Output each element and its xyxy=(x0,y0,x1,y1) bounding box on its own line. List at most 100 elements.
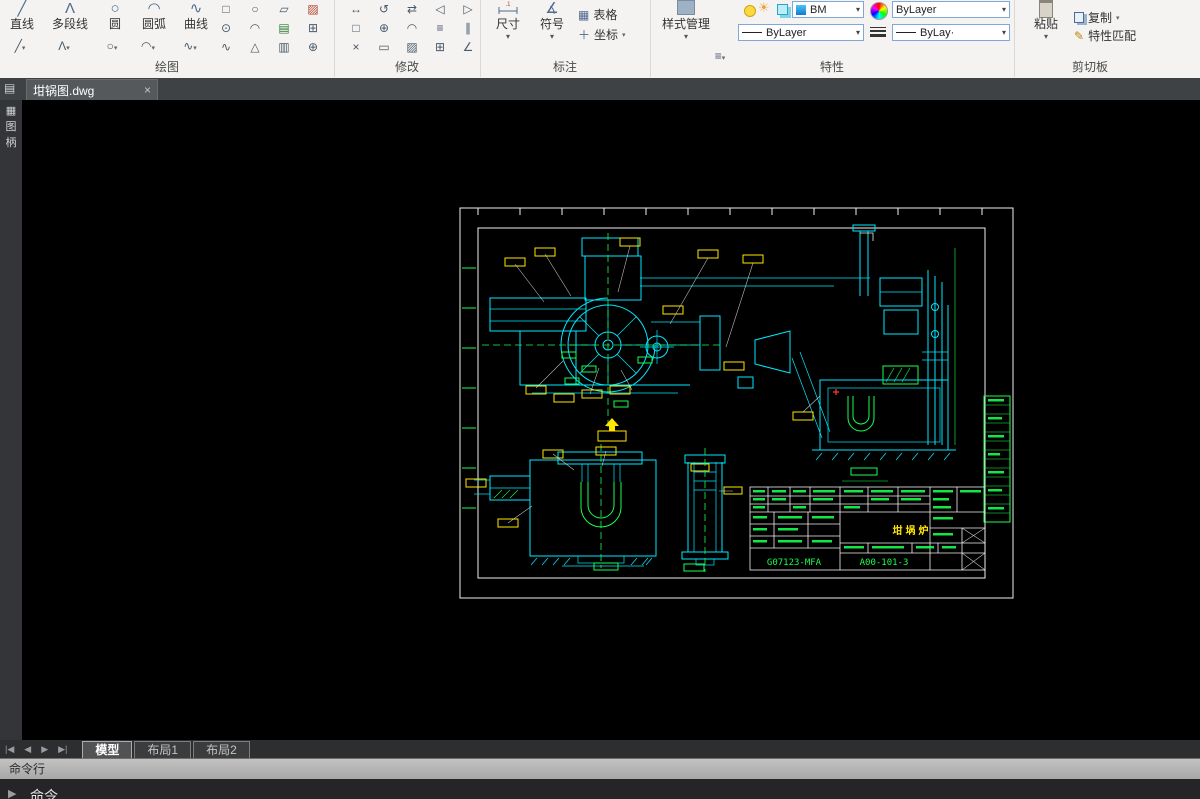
prev-tab-icon[interactable]: ◀ xyxy=(19,740,36,758)
scale-tool-icon[interactable]: □ xyxy=(344,20,368,37)
arc-flyout[interactable]: ◠▾ xyxy=(136,38,160,55)
fan-view xyxy=(482,233,870,428)
dimension-icon: .1 xyxy=(486,0,530,17)
spline-button[interactable]: ∿ 曲线 xyxy=(176,0,216,32)
chamfer-tool-icon[interactable]: ∠ xyxy=(456,39,480,56)
line-button[interactable]: ╱ 直线 xyxy=(2,0,42,32)
color-value: ByLayer xyxy=(896,3,937,16)
arc-button[interactable]: ◠ 圆弧 xyxy=(134,0,174,32)
circle-icon: ○ xyxy=(110,0,120,17)
command-panel-header[interactable]: 命令行 xyxy=(0,758,1200,779)
line-flyout[interactable]: ╱▾ xyxy=(8,38,32,55)
linetype-value: ByLayer xyxy=(766,26,807,39)
erase-tool-icon[interactable]: × xyxy=(344,39,368,56)
last-tab-icon[interactable]: ▶| xyxy=(53,740,72,758)
match-properties-button[interactable]: ✎ 特性匹配 xyxy=(1074,27,1136,44)
symbol-button[interactable]: ∡ 符号 ▾ xyxy=(532,0,572,41)
rotate-tool-icon[interactable]: ↺ xyxy=(372,1,396,18)
polyline-button[interactable]: Λ 多段线 xyxy=(44,0,96,32)
table-label: 表格 xyxy=(593,8,618,22)
match-properties-icon: ✎ xyxy=(1074,28,1085,43)
palette-icon[interactable]: ▦ xyxy=(0,100,22,119)
gradient-tool-icon[interactable]: ▤ xyxy=(272,20,296,37)
style-manager-button[interactable]: 样式管理 ▾ xyxy=(656,0,716,41)
title-block-drawing-title: 坩埚炉 xyxy=(893,524,932,537)
svg-text:.1: .1 xyxy=(505,2,511,8)
layer-on-icon[interactable] xyxy=(744,5,756,17)
trim-tool-icon[interactable]: ≡ xyxy=(428,20,452,37)
point-tool-icon[interactable]: ⊙ xyxy=(214,20,238,37)
layer-combo[interactable]: BM ▾ xyxy=(792,1,864,18)
stretch-tool-icon[interactable]: ⊕ xyxy=(372,20,396,37)
arc-label: 圆弧 xyxy=(141,17,166,31)
table-button[interactable]: ▦ 表格 xyxy=(578,6,617,23)
polyline-icon: Λ xyxy=(64,0,76,17)
spline-icon: ∿ xyxy=(189,0,203,17)
next-tab-icon[interactable]: ▶ xyxy=(36,740,53,758)
layer-thaw-icon[interactable]: ☀ xyxy=(758,1,770,15)
strip-item-tu[interactable]: 图 xyxy=(0,119,22,135)
parts-list-strip xyxy=(983,395,1011,523)
join-tool-icon[interactable]: ⊞ xyxy=(428,39,452,56)
ribbon-panel-annotate: .1 尺寸 ▾ ∡ 符号 ▾ ▦ 表格 ＋ 坐标 ▾ 标注 xyxy=(480,0,651,77)
tab-model[interactable]: 模型 xyxy=(82,741,133,758)
rectangle-tool-icon[interactable]: □ xyxy=(214,1,238,18)
copy-button[interactable]: 复制 ▾ xyxy=(1074,9,1120,26)
layer-states-icon[interactable] xyxy=(777,4,788,15)
explode-tool-icon[interactable]: ▭ xyxy=(372,39,396,56)
ribbon: ╱ 直线 Λ 多段线 ○ 圆 ◠ 圆弧 ∿ 曲线 ╱▾ Λ▾ ○▾ ◠▾ ∿▾ … xyxy=(0,0,1200,79)
hatch-edit-tool-icon[interactable]: ▨ xyxy=(400,39,424,56)
offset-tool-icon[interactable]: ◁ xyxy=(428,1,452,18)
ribbon-panel-draw: ╱ 直线 Λ 多段线 ○ 圆 ◠ 圆弧 ∿ 曲线 ╱▾ Λ▾ ○▾ ◠▾ ∿▾ … xyxy=(0,0,335,77)
polygon-tool-icon[interactable]: ▱ xyxy=(272,1,296,18)
copy-icon xyxy=(1074,12,1084,23)
extend-tool-icon[interactable]: ∥ xyxy=(456,20,480,37)
lineweight-combo[interactable]: ByLay· ▾ xyxy=(892,24,1010,41)
fillet-tool-icon[interactable]: ◠ xyxy=(400,20,424,37)
wipeout-tool-icon[interactable]: △ xyxy=(243,39,267,56)
divide-tool-icon[interactable]: ⊕ xyxy=(301,39,325,56)
document-tab-close-icon[interactable]: × xyxy=(144,83,151,97)
hatch-tool-icon[interactable]: ▨ xyxy=(301,1,325,18)
spline-flyout[interactable]: ∿▾ xyxy=(178,38,202,55)
circle-label: 圆 xyxy=(108,17,121,31)
first-tab-icon[interactable]: |◀ xyxy=(0,740,19,758)
coordinate-icon: ＋ xyxy=(578,28,591,42)
paste-button[interactable]: 粘贴 ▾ xyxy=(1024,0,1068,41)
spline-label: 曲线 xyxy=(183,17,208,31)
document-tab-title: 坩锅图.dwg xyxy=(33,83,95,98)
lineweight-icon[interactable] xyxy=(870,25,886,38)
ribbon-panel-properties: 样式管理 ▾ ≡▾ ☀ BM ▾ ByLayer ▾ ByLayer ▾ ByL… xyxy=(650,0,1015,77)
boundary-tool-icon[interactable]: ▥ xyxy=(272,39,296,56)
document-tab-active[interactable]: 坩锅图.dwg × xyxy=(26,79,158,100)
array-tool-icon[interactable]: ▷ xyxy=(456,1,480,18)
cad-canvas[interactable]: 坩埚炉 G07123-MFA A00-101-3 xyxy=(22,100,1200,740)
region-tool-icon[interactable]: ⊞ xyxy=(301,20,325,37)
linetype-combo[interactable]: ByLayer ▾ xyxy=(738,24,864,41)
ellipse-arc-tool-icon[interactable]: ◠ xyxy=(243,20,267,37)
symbol-label: 符号 xyxy=(539,17,564,31)
line-label: 直线 xyxy=(9,17,34,31)
coordinate-button[interactable]: ＋ 坐标 ▾ xyxy=(578,26,626,43)
dimension-button[interactable]: .1 尺寸 ▾ xyxy=(486,0,530,41)
mirror-tool-icon[interactable]: ⇄ xyxy=(400,1,424,18)
polyline-label: 多段线 xyxy=(51,17,88,31)
clipboard-panel-label: 剪切板 xyxy=(1071,60,1108,74)
color-wheel-icon[interactable] xyxy=(870,2,888,20)
crucible-section-view xyxy=(465,444,657,571)
tab-layout2[interactable]: 布局2 xyxy=(193,741,250,758)
tab-layout1[interactable]: 布局1 xyxy=(134,741,192,758)
command-input-area[interactable]: ▶ 命令 xyxy=(0,779,1200,799)
move-tool-icon[interactable]: ↔ xyxy=(344,1,368,18)
strip-item-bing[interactable]: 柄 xyxy=(0,135,22,151)
circle-button[interactable]: ○ 圆 xyxy=(98,0,132,32)
color-combo[interactable]: ByLayer ▾ xyxy=(892,1,1010,18)
polyline-flyout[interactable]: Λ▾ xyxy=(52,38,76,55)
circle-flyout[interactable]: ○▾ xyxy=(100,38,124,55)
revcloud-tool-icon[interactable]: ∿ xyxy=(214,39,238,56)
coordinate-label: 坐标 xyxy=(594,28,619,42)
paste-label: 粘贴 xyxy=(1033,17,1058,31)
donut-tool-icon[interactable]: ○ xyxy=(243,1,267,18)
layer-name: BM xyxy=(810,3,827,16)
tab-overview-icon[interactable]: ▤ xyxy=(4,81,15,95)
